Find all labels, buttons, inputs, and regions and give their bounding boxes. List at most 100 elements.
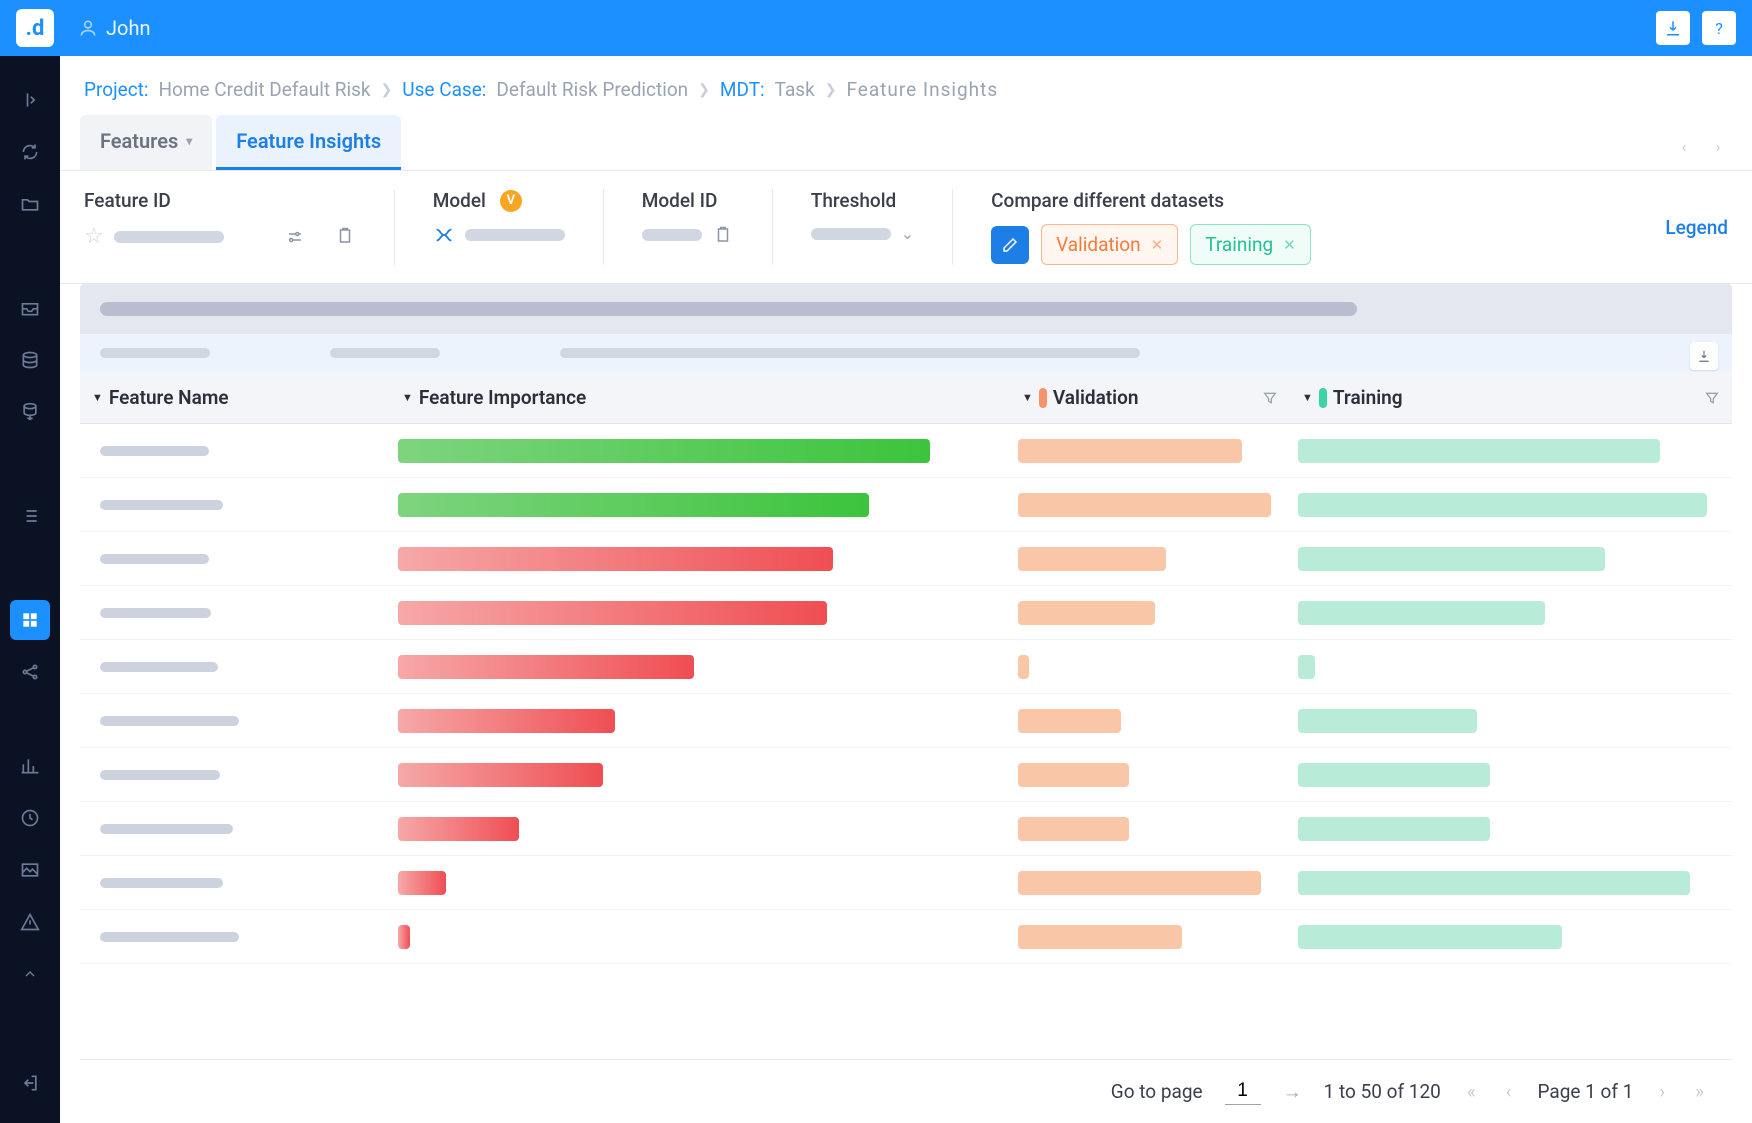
importance-bar (398, 871, 446, 895)
sidebar-collapse-icon[interactable] (10, 954, 50, 994)
feature-name-placeholder (100, 932, 239, 942)
tab-next-button[interactable]: › (1704, 132, 1732, 160)
importance-bar (398, 655, 694, 679)
training-bar (1298, 493, 1707, 517)
model-id-input[interactable] (642, 229, 702, 241)
sidebar-list-icon[interactable] (10, 496, 50, 536)
table-top-skeleton (80, 284, 1732, 334)
sort-icon: ▼ (1302, 391, 1313, 404)
breadcrumb: Project: Home Credit Default Risk ❯ Use … (60, 56, 1752, 115)
breadcrumb-mdt-value[interactable]: Task (775, 78, 815, 101)
validation-bar (1018, 439, 1242, 463)
sidebar-refresh-icon[interactable] (10, 132, 50, 172)
feature-id-input[interactable] (114, 231, 224, 243)
breadcrumb-project-value[interactable]: Home Credit Default Risk (158, 78, 370, 101)
sidebar-inbox-icon[interactable] (10, 288, 50, 328)
sidebar-database2-icon[interactable] (10, 392, 50, 432)
controls-bar: Feature ID ☆ Model V (60, 171, 1752, 284)
table-row[interactable] (80, 856, 1732, 910)
page-first-button[interactable]: « (1463, 1080, 1480, 1103)
importance-bar (398, 439, 930, 463)
table-row[interactable] (80, 802, 1732, 856)
threshold-label: Threshold (811, 189, 914, 212)
adjust-icon[interactable] (284, 226, 306, 248)
feature-name-placeholder (100, 662, 218, 672)
sidebar-warning-icon[interactable] (10, 902, 50, 942)
table-subhead (80, 334, 1732, 372)
col-validation[interactable]: ▼ Validation (1010, 372, 1290, 423)
chevron-down-icon[interactable]: ⌄ (901, 224, 914, 243)
close-icon[interactable]: ✕ (1283, 236, 1296, 254)
goto-arrow-icon[interactable]: → (1283, 1080, 1302, 1104)
model-id-label: Model ID (642, 189, 734, 212)
sidebar-database-icon[interactable] (10, 340, 50, 380)
tab-prev-button[interactable]: ‹ (1670, 132, 1698, 160)
validation-dot-icon (1039, 388, 1047, 408)
download-table-button[interactable] (1690, 342, 1718, 370)
training-bar (1298, 871, 1690, 895)
table-row[interactable] (80, 532, 1732, 586)
table-row[interactable] (80, 748, 1732, 802)
sort-icon: ▼ (92, 391, 103, 404)
validation-bar (1018, 925, 1182, 949)
logo[interactable]: .d (16, 9, 54, 47)
sidebar-folder-icon[interactable] (10, 184, 50, 224)
tab-feature-insights-label: Feature Insights (236, 129, 381, 153)
sidebar-expand-icon[interactable] (10, 80, 50, 120)
sidebar-share-icon[interactable] (10, 652, 50, 692)
threshold-input[interactable] (811, 228, 891, 240)
legend-link[interactable]: Legend (1665, 216, 1728, 239)
chevron-right-icon: ❯ (825, 82, 837, 98)
training-bar (1298, 601, 1545, 625)
table-row[interactable] (80, 424, 1732, 478)
sort-icon: ▼ (1022, 391, 1033, 404)
col-training[interactable]: ▼ Training (1290, 372, 1732, 423)
sidebar-grid-icon[interactable] (10, 600, 50, 640)
help-button[interactable]: ? (1702, 11, 1736, 45)
user-icon (78, 18, 98, 38)
feature-name-placeholder (100, 716, 239, 726)
page-last-button[interactable]: » (1691, 1080, 1708, 1103)
breadcrumb-usecase-value[interactable]: Default Risk Prediction (496, 78, 688, 101)
username: John (106, 16, 151, 40)
page-prev-button[interactable]: ‹ (1502, 1080, 1516, 1103)
col-feature-importance[interactable]: ▼ Feature Importance (390, 372, 1010, 423)
table-row[interactable] (80, 586, 1732, 640)
tab-features[interactable]: Features ▾ (80, 115, 212, 170)
table-row[interactable] (80, 694, 1732, 748)
page-next-button[interactable]: › (1655, 1080, 1669, 1103)
sidebar-clock-icon[interactable] (10, 798, 50, 838)
download-button[interactable] (1656, 11, 1690, 45)
star-icon[interactable]: ☆ (84, 224, 104, 249)
edit-compare-button[interactable] (991, 226, 1029, 264)
feature-name-placeholder (100, 500, 223, 510)
chip-validation[interactable]: Validation ✕ (1041, 224, 1178, 265)
clipboard-icon[interactable] (334, 225, 356, 247)
sidebar-image-icon[interactable] (10, 850, 50, 890)
table-row[interactable] (80, 478, 1732, 532)
chip-training[interactable]: Training ✕ (1190, 224, 1311, 265)
tab-feature-insights[interactable]: Feature Insights (216, 115, 401, 170)
close-icon[interactable]: ✕ (1151, 236, 1164, 254)
validation-bar (1018, 871, 1261, 895)
model-input[interactable] (465, 229, 565, 241)
clipboard-icon[interactable] (712, 224, 734, 246)
table-row[interactable] (80, 910, 1732, 964)
validation-bar (1018, 601, 1155, 625)
breadcrumb-mdt-label: MDT: (720, 78, 765, 101)
table-row[interactable] (80, 640, 1732, 694)
sidebar-logout-icon[interactable] (10, 1063, 50, 1103)
goto-page-input[interactable] (1225, 1078, 1261, 1105)
column-headers: ▼ Feature Name ▼ Feature Importance ▼ Va… (80, 372, 1732, 424)
sort-icon: ▼ (402, 391, 413, 404)
filter-icon[interactable] (1704, 390, 1720, 406)
importance-bar (398, 763, 603, 787)
topbar: .d John ? (0, 0, 1752, 56)
validation-bar (1018, 655, 1029, 679)
filter-icon[interactable] (1262, 390, 1278, 406)
col-feature-name[interactable]: ▼ Feature Name (80, 372, 390, 423)
validation-bar (1018, 547, 1166, 571)
importance-bar (398, 817, 519, 841)
sidebar-chart-icon[interactable] (10, 746, 50, 786)
feature-name-placeholder (100, 608, 211, 618)
